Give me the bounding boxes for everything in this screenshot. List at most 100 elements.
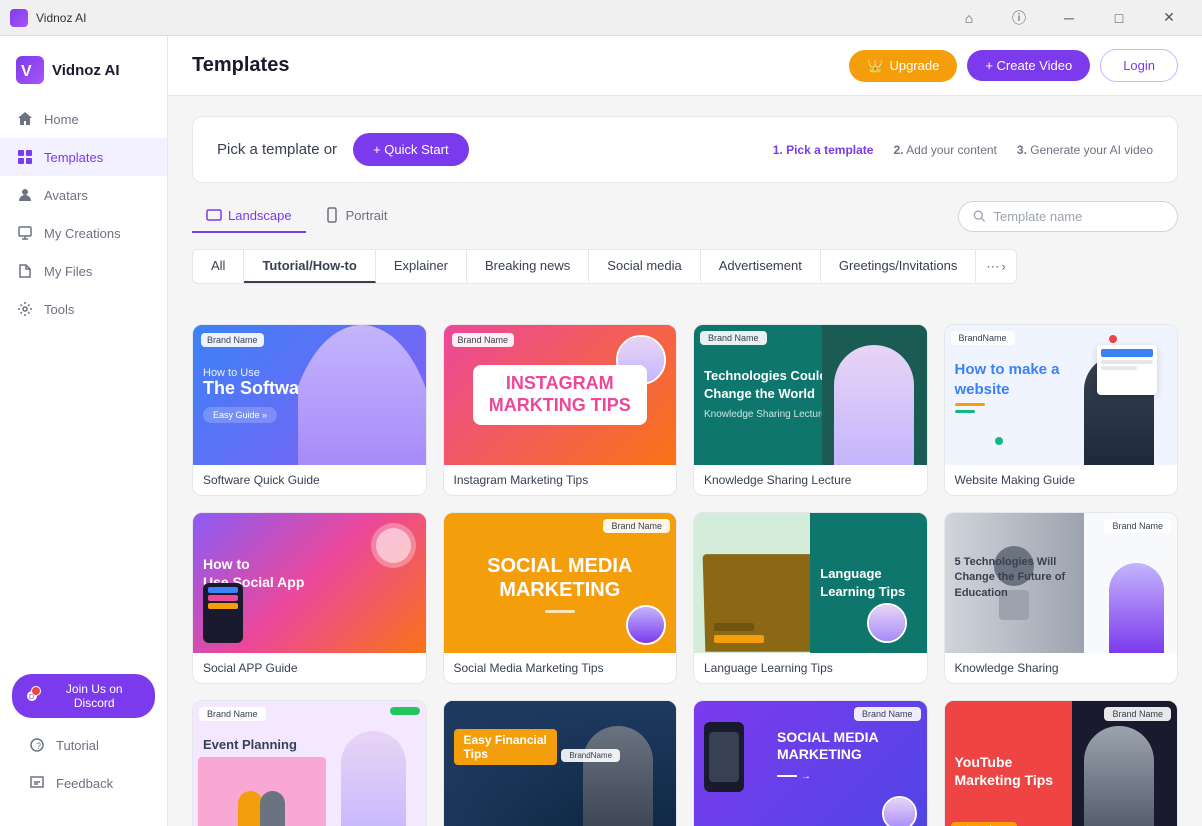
maximize-button[interactable]: □ — [1096, 0, 1142, 36]
portrait-tab-label: Portrait — [346, 208, 388, 223]
login-button[interactable]: Login — [1100, 49, 1178, 82]
template-label-software: Software Quick Guide — [193, 465, 426, 495]
sidebar-item-avatars[interactable]: Avatars — [0, 176, 167, 214]
sidebar-bottom: D Join Us on Discord ? Tutorial Feedback — [0, 662, 167, 814]
template-card-event-planning[interactable]: Brand Name Event Planning Tips — [192, 700, 427, 826]
cat-tab-explainer[interactable]: Explainer — [376, 250, 467, 283]
tutorial-icon: ? — [28, 736, 46, 754]
close-button[interactable]: ✕ — [1146, 0, 1192, 36]
cat-tab-social[interactable]: Social media — [589, 250, 700, 283]
upgrade-button[interactable]: 👑 Upgrade — [849, 50, 957, 82]
cat-tab-breaking[interactable]: Breaking news — [467, 250, 589, 283]
titlebar-app-name: Vidnoz AI — [36, 11, 86, 25]
app-container: V Vidnoz AI Home Templates Ava — [0, 36, 1202, 826]
sidebar-nav: Home Templates Avatars My Creations — [0, 100, 167, 662]
create-video-button[interactable]: + Create Video — [967, 50, 1090, 81]
cat-tab-greetings[interactable]: Greetings/Invitations — [821, 250, 977, 283]
titlebar: Vidnoz AI ⌂ ⓘ ─ □ ✕ — [0, 0, 1202, 36]
search-icon — [973, 209, 985, 223]
template-card-instagram[interactable]: Brand Name INSTAGRAMMARKTING TIPS Ins — [443, 324, 678, 496]
step-2: 2. Add your content — [893, 143, 996, 157]
sidebar-item-templates[interactable]: Templates — [0, 138, 167, 176]
template-thumb-social-app: How toUse Social App — [193, 513, 426, 653]
template-card-knowledge-lecture[interactable]: Brand Name Technologies Could Change the… — [693, 324, 928, 496]
template-label-social-media: Social Media Marketing Tips — [444, 653, 677, 683]
home-icon — [16, 110, 34, 128]
template-label-knowledge-sharing: Knowledge Sharing — [945, 653, 1178, 683]
vidnoz-logo-icon: V — [16, 56, 44, 84]
pick-template-left: Pick a template or + Quick Start — [217, 133, 469, 166]
notification-badge — [35, 686, 41, 692]
tools-icon — [16, 300, 34, 318]
template-card-software[interactable]: Brand Name How to Use The Software Easy … — [192, 324, 427, 496]
template-card-social-app[interactable]: How toUse Social App — [192, 512, 427, 684]
sidebar: V Vidnoz AI Home Templates Ava — [0, 36, 168, 826]
quickstart-button[interactable]: + Quick Start — [353, 133, 469, 166]
cat-tab-tutorial[interactable]: Tutorial/How-to — [244, 250, 375, 283]
category-tabs-row: All Tutorial/How-to Explainer Breaking n… — [192, 249, 1178, 304]
crown-icon: 👑 — [867, 58, 883, 74]
sidebar-item-tutorial[interactable]: ? Tutorial — [12, 726, 155, 764]
search-box[interactable] — [958, 201, 1178, 232]
svg-text:D: D — [29, 694, 34, 701]
upgrade-button-label: Upgrade — [889, 58, 939, 73]
sidebar-item-feedback-label: Feedback — [56, 776, 113, 791]
landscape-icon — [206, 207, 222, 223]
sidebar-item-tutorial-label: Tutorial — [56, 738, 99, 753]
pick-steps: 1. Pick a template 2. Add your content 3… — [773, 143, 1153, 157]
info-icon-titlebar[interactable]: ⓘ — [996, 0, 1042, 36]
titlebar-controls: ⌂ ⓘ ─ □ ✕ — [946, 0, 1192, 36]
sidebar-item-my-creations[interactable]: My Creations — [0, 214, 167, 252]
template-label-knowledge-lecture: Knowledge Sharing Lecture — [694, 465, 927, 495]
step-3: 3. Generate your AI video — [1017, 143, 1153, 157]
template-label-instagram: Instagram Marketing Tips — [444, 465, 677, 495]
template-card-language[interactable]: Brand Name Language Learning Tips — [693, 512, 928, 684]
portrait-tab[interactable]: Portrait — [310, 199, 402, 233]
feedback-icon — [28, 774, 46, 792]
home-icon-titlebar[interactable]: ⌂ — [946, 0, 992, 36]
template-thumb-knowledge-sharing: Brand Name 5 Technologies Will Change th… — [945, 513, 1178, 653]
search-input[interactable] — [993, 209, 1163, 224]
landscape-tab[interactable]: Landscape — [192, 199, 306, 233]
sidebar-item-avatars-label: Avatars — [44, 188, 88, 203]
chevron-right-icon: › — [1001, 259, 1005, 274]
brand-badge: Brand Name — [201, 333, 264, 347]
titlebar-left: Vidnoz AI — [10, 9, 86, 27]
sidebar-item-my-files-label: My Files — [44, 264, 92, 279]
cat-tab-more[interactable]: ⋯ › — [976, 250, 1015, 283]
template-card-website[interactable]: BrandName How to make a website — [944, 324, 1179, 496]
template-card-knowledge-sharing[interactable]: Brand Name 5 Technologies Will Change th… — [944, 512, 1179, 684]
sidebar-bottom-nav: ? Tutorial Feedback — [12, 726, 155, 802]
avatars-icon — [16, 186, 34, 204]
sidebar-item-feedback[interactable]: Feedback — [12, 764, 155, 802]
sidebar-item-my-files[interactable]: My Files — [0, 252, 167, 290]
category-tabs: All Tutorial/How-to Explainer Breaking n… — [192, 249, 1017, 284]
minimize-button[interactable]: ─ — [1046, 0, 1092, 36]
template-thumb-financial: Easy Financial Tips BrandName — [444, 701, 677, 826]
tabs-row: Landscape Portrait — [192, 199, 1178, 233]
cat-tab-all[interactable]: All — [193, 250, 244, 283]
sidebar-item-home[interactable]: Home — [0, 100, 167, 138]
template-thumb-software: Brand Name How to Use The Software Easy … — [193, 325, 426, 465]
brand-badge: Brand Name — [700, 331, 767, 345]
template-card-financial[interactable]: Easy Financial Tips BrandName Financial … — [443, 700, 678, 826]
sidebar-item-tools[interactable]: Tools — [0, 290, 167, 328]
main-header: Templates 👑 Upgrade + Create Video Login — [168, 36, 1202, 96]
template-card-purple-social[interactable]: Brand Name SOCIAL MEDIA MARKETING → — [693, 700, 928, 826]
brand-badge: BrandName — [951, 331, 1015, 345]
template-card-social-media[interactable]: Brand Name SOCIAL MEDIAMARKETING — [443, 512, 678, 684]
template-label-social-app: Social APP Guide — [193, 653, 426, 683]
template-card-youtube[interactable]: Brand Name YouTube Marketing Tips waterm… — [944, 700, 1179, 826]
titlebar-logo-icon — [10, 9, 28, 27]
pick-template-bar: Pick a template or + Quick Start 1. Pick… — [192, 116, 1178, 183]
landscape-tab-label: Landscape — [228, 208, 292, 223]
discord-button[interactable]: D Join Us on Discord — [12, 674, 155, 718]
portrait-icon — [324, 207, 340, 223]
sidebar-logo: V Vidnoz AI — [0, 48, 167, 100]
template-grid: Brand Name How to Use The Software Easy … — [192, 324, 1178, 826]
cat-tab-advertisement[interactable]: Advertisement — [701, 250, 821, 283]
template-thumb-website: BrandName How to make a website — [945, 325, 1178, 465]
template-thumb-purple-social: Brand Name SOCIAL MEDIA MARKETING → — [694, 701, 927, 826]
svg-text:V: V — [21, 63, 32, 80]
create-video-label: + Create Video — [985, 58, 1072, 73]
